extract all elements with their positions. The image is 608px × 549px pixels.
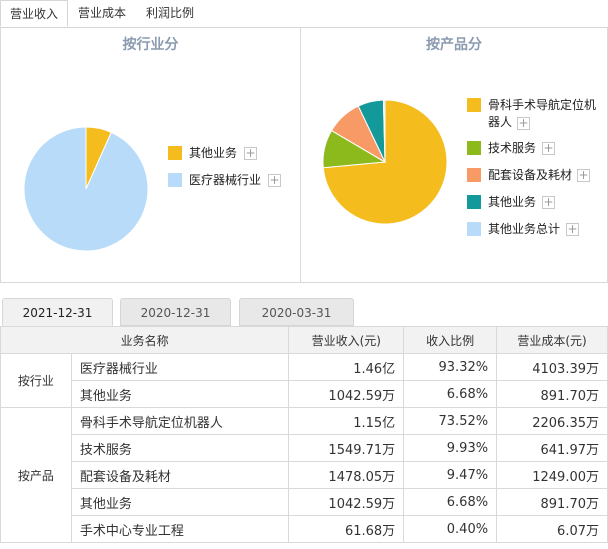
legend-label: 其他业务 [189, 146, 238, 160]
industry-panel: 按行业分 其他业务 + 医疗器械行业 + [0, 27, 301, 283]
row-ratio: 6.68% [403, 488, 498, 516]
tab-date-2021-12-31[interactable]: 2021-12-31 [2, 298, 113, 326]
expand-plus-icon[interactable]: + [517, 117, 530, 130]
header-ratio: 收入比例 [403, 326, 498, 354]
legend-swatch [467, 222, 481, 236]
row-cost: 2206.35万 [496, 407, 608, 435]
row-revenue: 1042.59万 [288, 488, 405, 516]
row-name: 手术中心专业工程 [70, 515, 290, 543]
row-ratio: 6.68% [403, 380, 498, 408]
expand-plus-icon[interactable]: + [577, 169, 590, 182]
pie-slice[interactable] [23, 126, 149, 252]
top-tab-bar: 营业收入 营业成本 利润比例 [0, 0, 608, 28]
revenue-table: 业务名称 营业收入(元) 收入比例 营业成本(元) 按行业 医疗器械行业 1.4… [0, 326, 608, 543]
table-row: 按产品 骨科手术导航定位机器人 1.15亿 73.52% 2206.35万 [0, 407, 608, 543]
legend-swatch [467, 168, 481, 182]
table-row: 技术服务 1549.71万 9.93% 641.97万 [1, 434, 608, 462]
row-ratio: 9.47% [403, 461, 498, 489]
row-cost: 891.70万 [496, 380, 608, 408]
tab-profit-ratio[interactable]: 利润比例 [136, 0, 204, 27]
row-ratio: 9.93% [403, 434, 498, 462]
legend-swatch [168, 173, 182, 187]
legend-label: 配套设备及耗材 [488, 168, 573, 182]
row-revenue: 1.46亿 [288, 353, 405, 381]
row-name: 医疗器械行业 [70, 353, 290, 381]
row-ratio: 73.52% [403, 407, 498, 435]
row-revenue: 1478.05万 [288, 461, 405, 489]
table-row: 配套设备及耗材 1478.05万 9.47% 1249.00万 [1, 461, 608, 489]
legend-swatch [467, 98, 481, 112]
row-cost: 6.07万 [496, 515, 608, 543]
table-row: 按行业 医疗器械行业 1.46亿 93.32% 4103.39万 [0, 353, 608, 408]
row-revenue: 1.15亿 [288, 407, 405, 435]
header-cost: 营业成本(元) [496, 326, 608, 354]
table-row: 其他业务 1042.59万 6.68% 891.70万 [1, 380, 608, 408]
legend-label: 技术服务 [488, 141, 537, 155]
row-revenue: 61.68万 [288, 515, 405, 543]
tab-cost[interactable]: 营业成本 [68, 0, 136, 27]
row-cost: 891.70万 [496, 488, 608, 516]
expand-plus-icon[interactable]: + [566, 223, 579, 236]
expand-plus-icon[interactable]: + [268, 174, 281, 187]
row-name: 骨科手术导航定位机器人 [70, 407, 290, 435]
tab-date-2020-12-31[interactable]: 2020-12-31 [120, 298, 231, 326]
legend-label: 其他业务总计 [488, 222, 561, 236]
expand-plus-icon[interactable]: + [542, 142, 555, 155]
row-ratio: 93.32% [403, 353, 498, 381]
group-label: 按产品 [0, 407, 72, 543]
header-business-name: 业务名称 [0, 326, 290, 354]
legend-label: 骨科手术导航定位机器人 [488, 98, 597, 129]
legend-label: 其他业务 [488, 195, 537, 209]
row-revenue: 1042.59万 [288, 380, 405, 408]
group-label: 按行业 [0, 353, 72, 408]
header-revenue: 营业收入(元) [288, 326, 405, 354]
legend-swatch [467, 141, 481, 155]
row-cost: 641.97万 [496, 434, 608, 462]
legend-label: 医疗器械行业 [189, 173, 262, 187]
legend-swatch [168, 146, 182, 160]
row-name: 技术服务 [70, 434, 290, 462]
expand-plus-icon[interactable]: + [244, 147, 257, 160]
date-tab-bar: 2021-12-31 2020-12-31 2020-03-31 [0, 298, 608, 327]
row-name: 配套设备及耗材 [70, 461, 290, 489]
row-ratio: 0.40% [403, 515, 498, 543]
table-row: 手术中心专业工程 61.68万 0.40% 6.07万 [1, 515, 608, 543]
row-cost: 4103.39万 [496, 353, 608, 381]
legend-swatch [467, 195, 481, 209]
expand-plus-icon[interactable]: + [542, 196, 555, 209]
product-pie-chart [322, 99, 448, 225]
row-name: 其他业务 [70, 488, 290, 516]
table-row: 其他业务 1042.59万 6.68% 891.70万 [1, 488, 608, 516]
row-cost: 1249.00万 [496, 461, 608, 489]
tab-revenue[interactable]: 营业收入 [0, 0, 68, 27]
row-name: 其他业务 [70, 380, 290, 408]
product-panel: 按产品分 骨科手术导航定位机器人 + 技术服务 + 配套设备及耗材 + 其他业务… [301, 27, 608, 283]
row-revenue: 1549.71万 [288, 434, 405, 462]
tab-date-2020-03-31[interactable]: 2020-03-31 [239, 298, 354, 326]
